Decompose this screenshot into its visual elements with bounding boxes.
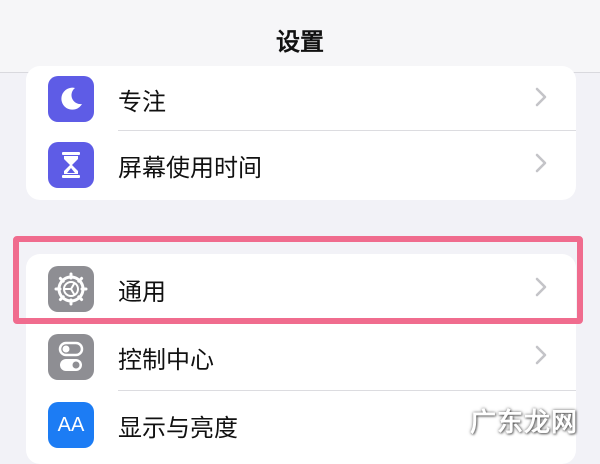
settings-row-label: 屏幕使用时间 (118, 154, 262, 182)
settings-row-label: 通用 (118, 278, 166, 306)
page-title: 设置 (276, 28, 324, 56)
settings-row-label: 控制中心 (118, 346, 214, 374)
nav-bar: 设置 (0, 0, 600, 73)
gear-icon (48, 266, 94, 312)
chevron-right-icon (528, 274, 554, 300)
settings-row-general[interactable]: 通用 (26, 256, 576, 320)
settings-row-label: 显示与亮度 (118, 414, 238, 442)
settings-row-screen-time[interactable]: 屏幕使用时间 (26, 132, 576, 196)
text-size-icon-glyph: AA (57, 413, 85, 436)
moon-icon (48, 76, 94, 122)
row-divider (118, 322, 576, 323)
settings-row-focus[interactable]: 专注 (26, 66, 576, 130)
settings-row-control-center[interactable]: 控制中心 (26, 324, 576, 388)
settings-row-label: 专注 (118, 88, 166, 116)
row-divider (118, 130, 576, 131)
row-divider (118, 390, 576, 391)
watermark: 广东龙网 (470, 408, 579, 438)
toggle-icon (48, 334, 94, 380)
chevron-right-icon (528, 342, 554, 368)
chevron-right-icon (528, 150, 554, 176)
text-size-icon: AA (48, 402, 94, 448)
hourglass-icon (48, 142, 94, 188)
settings-group-focus: 专注 屏幕使用时间 (26, 66, 576, 200)
chevron-right-icon (528, 84, 554, 110)
